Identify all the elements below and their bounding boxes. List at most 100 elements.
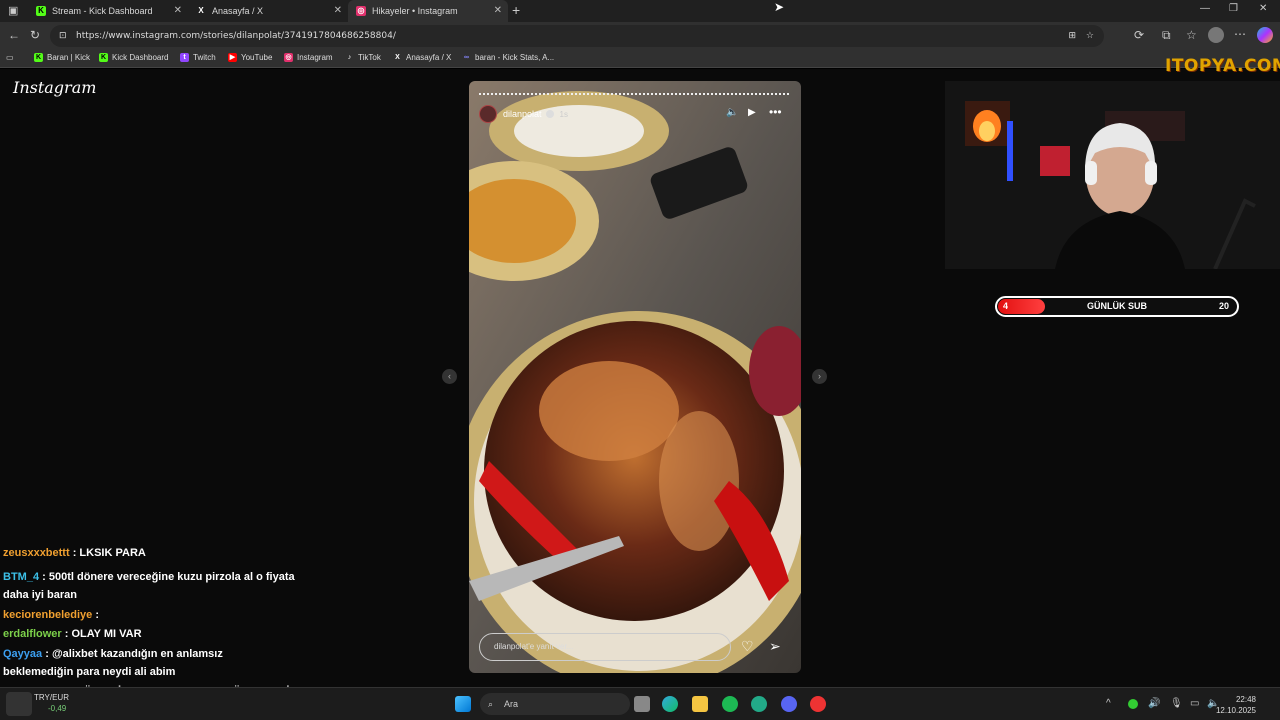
sub-goal-target: 20 xyxy=(1218,301,1229,311)
tab-instagram[interactable]: ◎ Hikayeler • Instagram ✕ xyxy=(348,0,508,22)
mute-icon[interactable]: 🔈 xyxy=(726,107,738,118)
browser-tab-bar: ▣ K Stream - Kick Dashboard ✕ X Anasayfa… xyxy=(0,0,1280,22)
spotify-icon[interactable] xyxy=(722,696,738,712)
story-viewer[interactable]: dilanpolat 1s 🔈 ▶ ••• dilanpolat'e yanıt… xyxy=(469,81,801,673)
chat-text: : @alixbet kazandığın en anlamsız xyxy=(45,648,223,660)
tray-expand-icon[interactable]: ^ xyxy=(1106,698,1111,709)
task-view-icon[interactable] xyxy=(634,696,650,712)
currency-widget-icon[interactable] xyxy=(6,692,32,716)
restore-icon[interactable]: ❐ xyxy=(1229,3,1238,14)
chat-text: beklemediğin para neydi ali abim xyxy=(3,666,176,678)
bookmark-baran-kick[interactable]: K Baran | Kick xyxy=(34,53,90,62)
clock-time: 22:48 xyxy=(1235,695,1256,704)
new-tab-button[interactable]: + xyxy=(512,2,520,18)
previous-story-button[interactable]: ‹ xyxy=(442,369,457,384)
chat-message: erdalflower : OLAY MI VAR xyxy=(3,626,142,643)
chrome-icon[interactable] xyxy=(810,696,826,712)
discord-icon[interactable] xyxy=(781,696,797,712)
kick-icon: K xyxy=(99,53,108,62)
bookmark-tiktok[interactable]: ♪ TikTok xyxy=(345,53,381,62)
favorite-star-icon[interactable]: ☆ xyxy=(1086,25,1094,47)
chat-message: zeusxxxbettt : LKSIK PARA xyxy=(3,545,146,562)
next-story-button[interactable]: › xyxy=(812,369,827,384)
currency-change: -0,49 xyxy=(48,704,67,713)
tab-label: Anasayfa / X xyxy=(212,6,264,16)
play-icon[interactable]: ▶ xyxy=(748,107,756,118)
bookmark-kick-dashboard[interactable]: K Kick Dashboard xyxy=(99,53,168,62)
volume-icon[interactable]: 🔊 xyxy=(1148,698,1160,709)
chat-username: erdalflower xyxy=(3,628,62,640)
story-username[interactable]: dilanpolat xyxy=(503,109,542,119)
reading-icon[interactable]: ▭ xyxy=(6,53,14,62)
heart-icon[interactable]: ♡ xyxy=(741,638,754,655)
story-progress-bar xyxy=(479,93,791,95)
file-explorer-icon[interactable] xyxy=(692,696,708,712)
instagram-icon: ◎ xyxy=(356,6,366,16)
apps-icon[interactable]: ⊞ xyxy=(1068,25,1076,47)
extensions-icon[interactable]: ⟳ xyxy=(1134,28,1144,42)
bookmark-kick-stats[interactable]: ∞ baran - Kick Stats, A... xyxy=(462,53,554,62)
avatar[interactable] xyxy=(479,105,497,123)
chat-username: Qayyaa xyxy=(3,648,43,660)
webcam-feed xyxy=(945,81,1280,269)
tab-actions-icon[interactable]: ▣ xyxy=(8,4,18,17)
system-clock[interactable]: 22:48 12.10.2025 xyxy=(1216,694,1256,716)
bookmarks-bar: ▭ K Baran | Kick K Kick Dashboard t Twitch … xyxy=(0,50,1280,68)
url-text: https://www.instagram.com/stories/dilanp… xyxy=(76,31,396,41)
bookmark-label: baran - Kick Stats, A... xyxy=(475,53,555,62)
bookmark-twitch[interactable]: t Twitch xyxy=(180,53,216,62)
refresh-icon[interactable]: ↻ xyxy=(30,28,40,42)
tab-kick-dashboard[interactable]: K Stream - Kick Dashboard ✕ xyxy=(28,0,188,22)
close-icon[interactable]: ✕ xyxy=(174,5,182,16)
bookmark-instagram[interactable]: ◎ Instagram xyxy=(284,53,333,62)
kick-icon: K xyxy=(34,53,43,62)
app-icon[interactable] xyxy=(751,696,767,712)
close-icon[interactable]: ✕ xyxy=(494,5,502,16)
chat-text: : OLAY MI VAR xyxy=(64,628,142,640)
tab-x[interactable]: X Anasayfa / X ✕ xyxy=(188,0,348,22)
stats-icon: ∞ xyxy=(464,54,469,61)
back-icon[interactable]: ← xyxy=(8,28,20,42)
edge-icon[interactable] xyxy=(662,696,678,712)
favorites-icon[interactable]: ☆ xyxy=(1186,28,1197,42)
address-bar-row: ← ↻ ⊡ https://www.instagram.com/stories/… xyxy=(0,22,1280,50)
chat-username: keciorenbelediye xyxy=(3,609,93,621)
status-dot-icon[interactable] xyxy=(1128,699,1138,709)
split-screen-icon[interactable]: ⧉ xyxy=(1162,28,1171,43)
taskbar-search[interactable]: ⌕ Ara xyxy=(480,693,630,715)
chat-text: : 500tl dönere vereceğine kuzu pirzola a… xyxy=(42,571,295,583)
chat-username: zeusxxxbettt xyxy=(3,547,70,559)
tab-label: Hikayeler • Instagram xyxy=(372,6,458,16)
profile-avatar[interactable] xyxy=(1208,27,1224,43)
search-icon: ⌕ xyxy=(488,699,494,709)
minimize-icon[interactable]: — xyxy=(1200,3,1210,14)
instagram-logo[interactable]: Instagram xyxy=(13,78,96,97)
display-icon[interactable]: ▭ xyxy=(1190,698,1199,709)
story-header: dilanpolat 1s xyxy=(479,105,568,123)
close-icon[interactable]: ✕ xyxy=(334,5,342,16)
bookmark-x[interactable]: X Anasayfa / X xyxy=(393,53,451,62)
copilot-icon[interactable] xyxy=(1257,27,1273,43)
bookmark-label: Twitch xyxy=(193,53,216,62)
windows-start-icon[interactable] xyxy=(455,696,471,712)
search-placeholder: Ara xyxy=(504,699,519,709)
story-more-icon[interactable]: ••• xyxy=(769,105,782,119)
windows-taskbar: TRY/EUR -0,49 ⌕ Ara ^ 🔊 🎙 ▭ 🔈 22:48 12.1… xyxy=(0,687,1280,720)
site-info-icon[interactable]: ⊡ xyxy=(59,25,67,47)
bookmark-label: Instagram xyxy=(297,53,333,62)
sub-goal-label: GÜNLÜK SUB xyxy=(1087,301,1147,311)
bookmark-label: YouTube xyxy=(241,53,273,62)
x-icon: X xyxy=(395,54,400,61)
story-reply-input[interactable]: dilanpolat'e yanıt ver... xyxy=(479,633,731,661)
mic-icon[interactable]: 🎙 xyxy=(1170,698,1183,709)
bookmark-label: Kick Dashboard xyxy=(112,53,169,62)
url-input[interactable]: ⊡ https://www.instagram.com/stories/dila… xyxy=(50,25,1104,47)
close-window-icon[interactable]: ✕ xyxy=(1259,3,1267,14)
clock-date: 12.10.2025 xyxy=(1215,706,1256,715)
story-time: 1s xyxy=(559,109,568,119)
chat-message: Qayyaa : @alixbet kazandığın en anlamsız xyxy=(3,646,223,663)
send-icon[interactable]: ➢ xyxy=(769,638,781,655)
more-menu-icon[interactable]: ⋯ xyxy=(1234,27,1246,41)
bookmark-youtube[interactable]: ▶ YouTube xyxy=(228,53,272,62)
currency-pair: TRY/EUR xyxy=(34,693,69,702)
